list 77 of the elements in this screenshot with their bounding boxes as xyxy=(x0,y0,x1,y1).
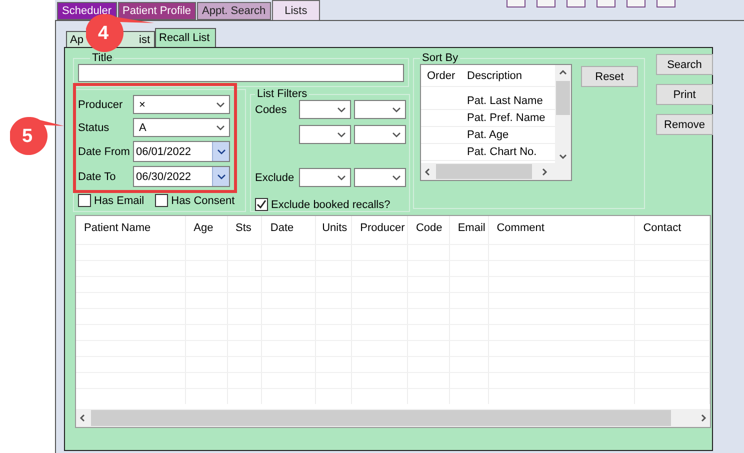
column-header[interactable]: Date xyxy=(262,216,316,244)
reset-button[interactable]: Reset xyxy=(581,66,638,87)
dropdown[interactable] xyxy=(354,168,406,187)
checkbox[interactable]: Has Consent xyxy=(155,194,235,207)
dropdown[interactable] xyxy=(299,125,351,144)
column-header[interactable]: Units xyxy=(316,216,352,244)
tab[interactable]: Patient Profile xyxy=(118,2,196,20)
chevron-down-icon xyxy=(337,174,346,180)
dropdown[interactable] xyxy=(299,100,351,119)
toolbar-icon[interactable] xyxy=(506,0,526,8)
list-item[interactable]: Pat. Pref. Name xyxy=(463,112,553,124)
column-header[interactable]: Email xyxy=(450,216,489,244)
column-header[interactable]: Contact xyxy=(635,216,710,244)
checkbox[interactable]: Exclude booked recalls? xyxy=(255,198,390,211)
chevron-down-icon xyxy=(216,148,226,154)
column-header[interactable]: Patient Name xyxy=(76,216,186,244)
chevron-down-icon xyxy=(216,174,226,180)
date-field[interactable]: 06/30/2022 xyxy=(133,166,230,187)
tab[interactable]: Appt. Search xyxy=(197,2,271,20)
horizontal-scrollbar[interactable] xyxy=(76,409,710,427)
chevron-down-icon xyxy=(392,106,401,112)
action-button[interactable]: Print xyxy=(656,84,713,105)
checkbox[interactable]: Has Email xyxy=(78,194,144,207)
toolbar-icon[interactable] xyxy=(566,0,586,8)
dropdown[interactable]: A xyxy=(133,118,230,137)
column-header[interactable]: Code xyxy=(408,216,450,244)
dropdown[interactable] xyxy=(354,125,406,144)
date-field[interactable]: 06/01/2022 xyxy=(133,141,230,162)
dropdown[interactable] xyxy=(354,100,406,119)
tab[interactable]: Lists xyxy=(272,0,320,20)
scroll-up-icon[interactable] xyxy=(559,69,567,77)
group-label: Title xyxy=(91,53,114,64)
field-label: Exclude xyxy=(255,172,296,184)
toolbar-icon[interactable] xyxy=(656,0,676,8)
field-label: Producer xyxy=(78,98,124,110)
list-item[interactable]: Pat. Age xyxy=(463,129,553,141)
scroll-right-icon[interactable] xyxy=(540,168,548,176)
list-item[interactable]: Pat. Chart No. xyxy=(463,146,553,158)
field-label: Date From xyxy=(78,146,131,158)
chevron-down-icon xyxy=(216,102,225,108)
scroll-right-icon[interactable] xyxy=(699,414,707,422)
chevron-down-icon xyxy=(337,106,346,112)
horizontal-scrollbar[interactable] xyxy=(421,163,571,180)
scroll-left-icon[interactable] xyxy=(79,414,87,422)
field-label: Status xyxy=(78,122,110,134)
check-icon xyxy=(256,199,267,210)
chevron-down-icon xyxy=(392,132,401,138)
callout-number: 5 xyxy=(22,126,33,148)
dropdown[interactable]: × xyxy=(133,95,230,114)
chevron-down-icon xyxy=(216,124,225,130)
callout-marker xyxy=(10,117,66,155)
column-header[interactable]: Sts xyxy=(228,216,262,244)
tab-label: ist xyxy=(139,34,150,46)
sort-list[interactable]: Order Description Pat. Last Name Pat. Pref. Name Pat. Age Pat. Chart No. xyxy=(420,64,572,181)
toolbar-icon[interactable] xyxy=(536,0,556,8)
group-label: List Filters xyxy=(256,89,308,100)
toolbar-icon[interactable] xyxy=(626,0,646,8)
list-item[interactable]: Pat. Last Name xyxy=(463,95,553,107)
column-header: Description xyxy=(466,70,524,82)
group-label: Sort By xyxy=(421,53,460,64)
chevron-down-icon xyxy=(337,132,346,138)
column-header[interactable]: Comment xyxy=(488,216,636,244)
column-header: Order xyxy=(426,70,456,82)
field-label: Date To xyxy=(78,170,117,182)
title-field[interactable] xyxy=(78,64,404,82)
column-header[interactable]: Producer xyxy=(352,216,408,244)
field-label: Codes xyxy=(255,104,288,116)
toolbar-icon[interactable] xyxy=(596,0,616,8)
column-header[interactable]: Age xyxy=(186,216,228,244)
action-button[interactable]: Search xyxy=(656,54,713,75)
scroll-down-icon[interactable] xyxy=(559,152,567,160)
action-button[interactable]: Remove xyxy=(656,114,713,135)
chevron-down-icon xyxy=(392,174,401,180)
dropdown[interactable] xyxy=(299,168,351,187)
vertical-scrollbar[interactable] xyxy=(555,65,571,163)
scroll-left-icon[interactable] xyxy=(424,168,432,176)
tab[interactable]: Recall List xyxy=(155,28,216,47)
